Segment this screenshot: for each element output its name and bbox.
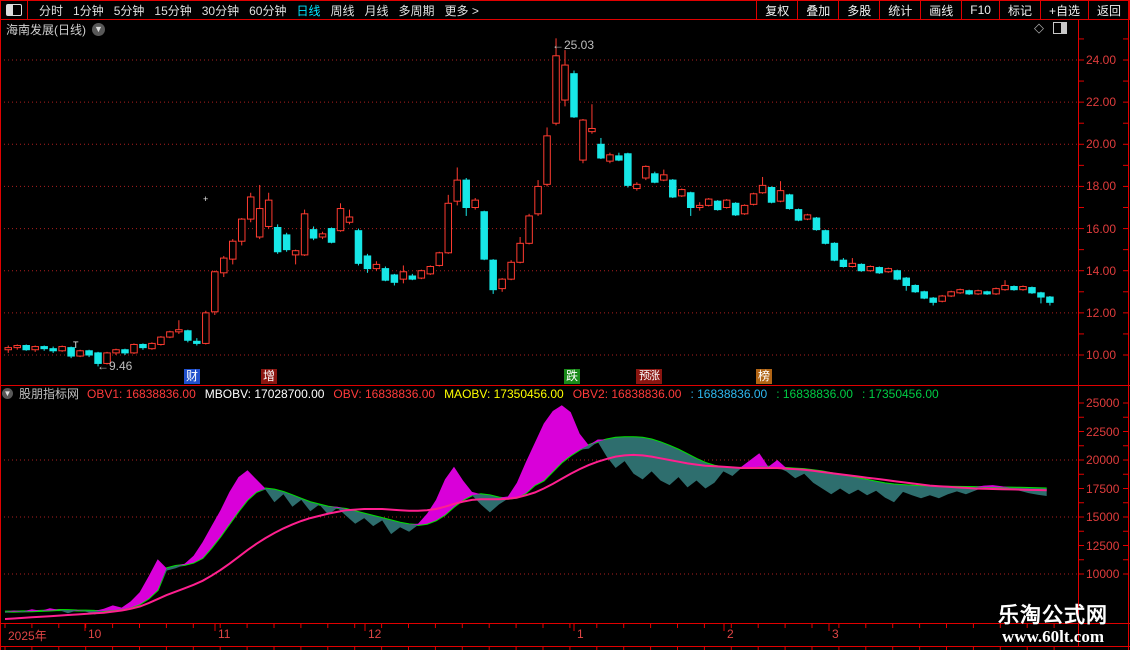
badge-财[interactable]: 财 [184, 369, 200, 384]
obv-axis-label-10000: 10000 [1086, 567, 1120, 581]
indicator-header: ▼ 股朋指标网 OBV1: 16838836.00 MBOBV: 17028700… [2, 386, 1076, 401]
obv-axis-label-20000: 20000 [1086, 453, 1120, 467]
indicator-value-3: MAOBV: 17350456.00 [444, 386, 564, 401]
stock-app-window: 分时 1分钟 5分钟 15分钟 30分钟 60分钟 日线 周线 月线 多周期 更多 > 复权 叠加 多股… [0, 0, 1130, 650]
price-axis-label-24: 24.00 [1086, 53, 1117, 67]
price-axis-label-16: 16.00 [1086, 221, 1117, 236]
badge-跌[interactable]: 跌 [564, 369, 580, 384]
price-axis-label-22: 22.00 [1086, 95, 1117, 110]
timeline-label-1: 1 [577, 627, 584, 641]
indicator-value-0: OBV1: 16838836.00 [87, 386, 196, 401]
frame-and-axes-lines [0, 0, 1130, 650]
collapse-pane-icon[interactable]: ▼ [2, 388, 13, 399]
badge-榜[interactable]: 榜 [756, 369, 772, 384]
price-axis-label-12: 12.00 [1086, 305, 1117, 320]
watermark-url: www.60lt.com [1002, 627, 1104, 646]
indicator-value-1: MBOBV: 17028700.00 [204, 386, 325, 401]
chart-marker-1: T [73, 340, 79, 350]
obv-axis-label-22500: 22500 [1086, 424, 1120, 439]
timeline-label-3: 3 [832, 627, 839, 641]
frame-lines [0, 0, 1130, 650]
indicator-value-7: : 17350456.00 [861, 386, 939, 401]
indicator-source-label: 股朋指标网 [19, 387, 80, 401]
price-annotation-0: ←25.03 [552, 38, 595, 52]
watermark-site-name: 乐淘公式网 [998, 604, 1108, 627]
indicator-value-4: OBV2: 16838836.00 [572, 386, 682, 401]
axis-ticks [4, 38, 1128, 650]
price-annotation-1: ←9.46 [97, 359, 133, 373]
timeline-label-11: 11 [218, 627, 231, 641]
obv-axis-label-12500: 12500 [1086, 538, 1120, 553]
indicator-value-2: OBV: 16838836.00 [333, 386, 436, 401]
timeline-label-2025年: 2025年 [8, 629, 47, 643]
price-axis-label-20: 20.00 [1086, 137, 1117, 152]
obv-axis-label-17500: 17500 [1086, 481, 1120, 496]
timeline-label-12: 12 [368, 627, 382, 641]
timeline-label-10: 10 [88, 627, 102, 641]
badge-增[interactable]: 增 [261, 369, 277, 384]
indicator-value-5: : 16838836.00 [690, 386, 768, 401]
obv-axis-label-15000: 15000 [1086, 510, 1120, 524]
price-axis-label-18: 18.00 [1086, 179, 1117, 194]
watermark: 乐淘公式网 www.60lt.com [998, 604, 1108, 647]
indicator-value-6: : 16838836.00 [776, 386, 853, 401]
price-axis-label-14: 14.00 [1086, 263, 1117, 278]
price-axis-label-10: 10.00 [1086, 348, 1117, 362]
timeline-label-2: 2 [727, 627, 734, 641]
badge-预涨[interactable]: 预涨 [636, 369, 662, 384]
obv-axis-label-25000: 25000 [1086, 396, 1120, 410]
chart-marker-0: + [203, 194, 209, 204]
